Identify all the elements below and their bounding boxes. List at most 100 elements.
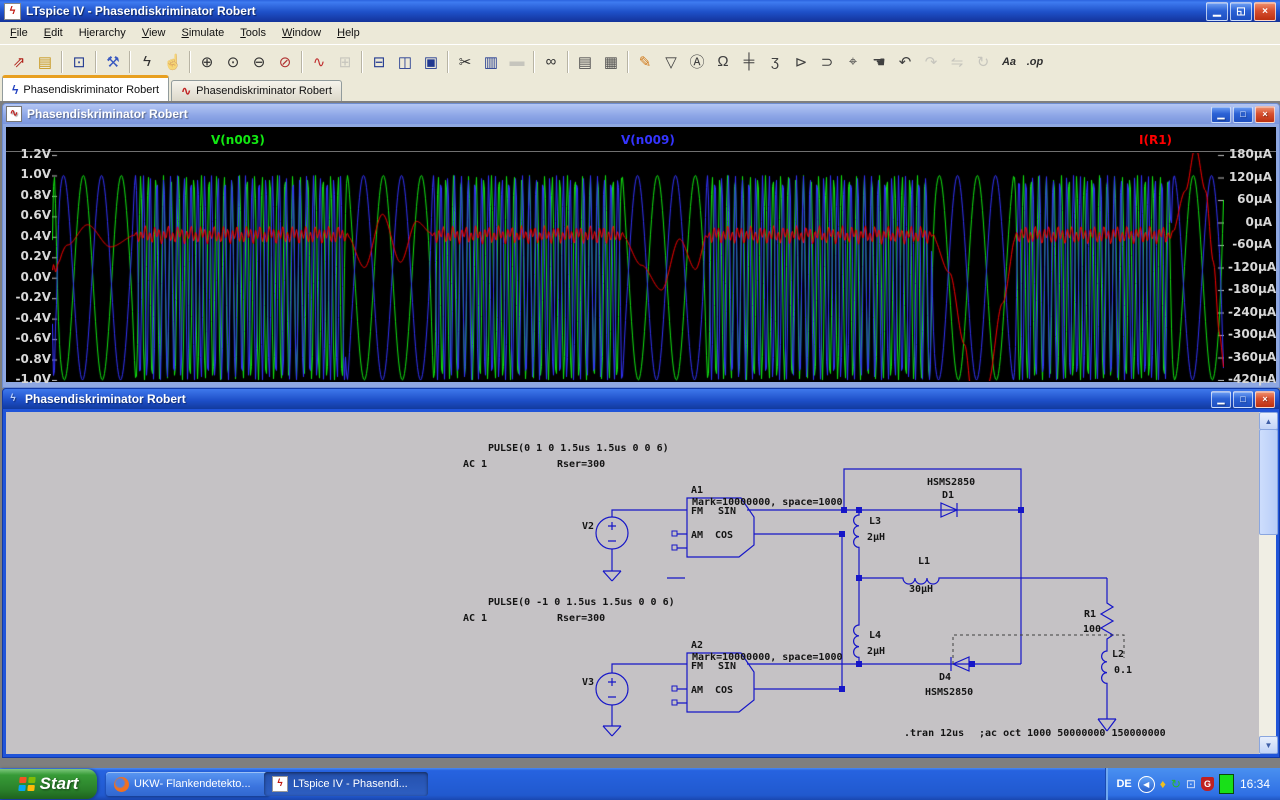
v3-ac-spec: AC 1	[463, 613, 487, 624]
scroll-up-icon[interactable]: ▲	[1259, 412, 1278, 430]
taskbar-task-firefox[interactable]: UKW- Flankendetekto...	[106, 772, 270, 796]
vertical-scrollbar[interactable]: ▲ ▼	[1259, 412, 1276, 754]
draw-wire-pencil-icon[interactable]: ✎	[632, 49, 658, 75]
toolbar: ⇗▤⊡⚒ϟ☝⊕⊙⊖⊘∿⊞⊟◫▣✂▥▬∞▤▦✎▽ⒶΩ╪ʒ⊳⊃⌖☚↶↷⇋↻Aa.op	[0, 44, 1280, 79]
diode-icon[interactable]: ⊳	[788, 49, 814, 75]
menu-tools[interactable]: Tools	[232, 24, 274, 42]
cascade-windows-icon[interactable]: ▣	[418, 49, 444, 75]
cut-icon[interactable]: ✂	[452, 49, 478, 75]
left-axis-tick-label: -0.8V	[7, 353, 51, 366]
trace-label-I(R1)[interactable]: I(R1)	[1139, 133, 1172, 147]
scroll-down-icon[interactable]: ▼	[1259, 736, 1278, 754]
zoom-out-icon[interactable]: ⊖	[246, 49, 272, 75]
left-axis-tick-label: 1.2V	[7, 148, 51, 161]
update-notifier-icon[interactable]: ♦	[1160, 778, 1166, 790]
drag-hand-icon[interactable]: ☚	[866, 49, 892, 75]
minimize-icon[interactable]: ▁	[1211, 106, 1231, 123]
ground-icon[interactable]: ▽	[658, 49, 684, 75]
maximize-icon[interactable]: □	[1233, 106, 1253, 123]
net-label-icon[interactable]: Ⓐ	[684, 49, 710, 75]
trace-label-V(n003)[interactable]: V(n003)	[211, 133, 265, 147]
language-indicator[interactable]: DE	[1116, 778, 1131, 790]
redo-icon: ↷	[918, 49, 944, 75]
new-schematic-icon[interactable]: ⇗	[6, 49, 32, 75]
network-wireless-icon[interactable]: ⊡	[1186, 778, 1196, 790]
d1-ref: D1	[942, 490, 954, 501]
toolbar-separator	[361, 51, 363, 73]
inductor-icon[interactable]: ʒ	[762, 49, 788, 75]
resistor-icon[interactable]: Ω	[710, 49, 736, 75]
tile-horizontal-icon[interactable]: ⊟	[366, 49, 392, 75]
menu-bar: FileEditHierarchyViewSimulateToolsWindow…	[0, 22, 1280, 44]
trace-label-V(n009)[interactable]: V(n009)	[621, 133, 675, 147]
gdata-antivirus-icon[interactable]: G	[1201, 777, 1214, 791]
component-icon[interactable]: ⊃	[814, 49, 840, 75]
restore-icon[interactable]: ◱	[1230, 2, 1252, 21]
paste-icon: ▬	[504, 49, 530, 75]
waveform-window-title-bar[interactable]: ∿ Phasendiskriminator Robert ▁ □ ×	[3, 104, 1279, 124]
left-axis-tick-label: -0.6V	[7, 332, 51, 345]
d4-model: HSMS2850	[925, 687, 973, 698]
hide-tray-icons-icon[interactable]: ◀	[1138, 776, 1155, 793]
zoom-fit-icon[interactable]: ⊘	[272, 49, 298, 75]
maximize-icon[interactable]: □	[1233, 391, 1253, 408]
toolbar-separator	[61, 51, 63, 73]
menu-edit[interactable]: Edit	[36, 24, 71, 42]
main-title-bar[interactable]: ϟ LTspice IV - Phasendiskriminator Rober…	[0, 0, 1280, 22]
voltage-source-v2[interactable]	[596, 517, 628, 549]
v3-ref: V3	[582, 677, 594, 688]
close-icon[interactable]: ×	[1255, 391, 1275, 408]
right-axis-tick-label: -240µA	[1228, 306, 1272, 319]
run-icon[interactable]: ϟ	[134, 49, 160, 75]
sync-tool-icon[interactable]: ↻	[1171, 778, 1181, 790]
task-label: LTspice IV - Phasendi...	[293, 778, 408, 790]
text-icon[interactable]: Aa	[996, 49, 1022, 75]
schematic-window-title-bar[interactable]: ϟ Phasendiskriminator Robert ▁ □ ×	[3, 389, 1279, 409]
zoom-in-icon[interactable]: ⊕	[194, 49, 220, 75]
tab-schematic[interactable]: ϟPhasendiskriminator Robert	[2, 75, 169, 101]
find-binoculars-icon[interactable]: ∞	[538, 49, 564, 75]
tab-label: Phasendiskriminator Robert	[23, 84, 159, 96]
close-icon[interactable]: ×	[1254, 2, 1276, 21]
close-icon[interactable]: ×	[1255, 106, 1275, 123]
open-folder-icon[interactable]: ▤	[32, 49, 58, 75]
voltage-source-v3[interactable]	[596, 673, 628, 705]
start-button[interactable]: Start	[0, 769, 97, 799]
capacitor-icon[interactable]: ╪	[736, 49, 762, 75]
menu-file[interactable]: File	[2, 24, 36, 42]
minimize-icon[interactable]: ▁	[1211, 391, 1231, 408]
status-indicator-icon[interactable]	[1219, 774, 1234, 794]
print-icon[interactable]: ▦	[598, 49, 624, 75]
taskbar-task-ltspice[interactable]: ϟLTspice IV - Phasendi...	[264, 772, 428, 796]
autorange-waveform-icon[interactable]: ∿	[306, 49, 332, 75]
tab-bar: ϟPhasendiskriminator Robert∿Phasendiskri…	[0, 77, 1280, 102]
menu-hierarchy[interactable]: Hierarchy	[71, 24, 134, 42]
print-preview-icon[interactable]: ▤	[572, 49, 598, 75]
zoom-area-icon[interactable]: ⊙	[220, 49, 246, 75]
menu-window[interactable]: Window	[274, 24, 329, 42]
menu-help[interactable]: Help	[329, 24, 368, 42]
tile-vertical-icon[interactable]: ◫	[392, 49, 418, 75]
undo-icon[interactable]: ↶	[892, 49, 918, 75]
a2-pin-am: AM	[691, 685, 703, 696]
spice-directive-icon[interactable]: .op	[1022, 49, 1048, 75]
l4-value: 2µH	[867, 646, 885, 657]
right-axis-tick-label: 60µA	[1228, 193, 1272, 206]
waveform-plot[interactable]	[52, 153, 1224, 381]
l1-ref: L1	[918, 556, 930, 567]
menu-simulate[interactable]: Simulate	[173, 24, 232, 42]
ltspice-application: ϟ LTspice IV - Phasendiskriminator Rober…	[0, 0, 1280, 800]
minimize-icon[interactable]: ▁	[1206, 2, 1228, 21]
save-icon[interactable]: ⊡	[66, 49, 92, 75]
tab-waveform[interactable]: ∿Phasendiskriminator Robert	[171, 80, 342, 101]
schematic-canvas[interactable]: PULSE(0 1 0 1.5us 1.5us 0 0 6) AC 1 Rser…	[6, 412, 1259, 754]
v2-pulse-spec: PULSE(0 1 0 1.5us 1.5us 0 0 6)	[488, 443, 669, 454]
control-panel-hammer-icon[interactable]: ⚒	[100, 49, 126, 75]
l2-value: 0.1	[1114, 665, 1132, 676]
move-icon[interactable]: ⌖	[840, 49, 866, 75]
schematic-doc-icon: ϟ	[6, 392, 20, 406]
scrollbar-thumb[interactable]	[1259, 429, 1278, 535]
copy-icon[interactable]: ▥	[478, 49, 504, 75]
start-label: Start	[40, 774, 79, 794]
menu-view[interactable]: View	[134, 24, 174, 42]
